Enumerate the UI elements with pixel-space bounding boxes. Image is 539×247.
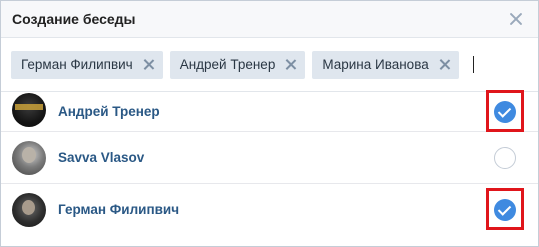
contact-row[interactable]: Savva Vlasov [1, 132, 538, 184]
contact-row[interactable]: Герман Филипвич [1, 184, 538, 235]
remove-token-icon[interactable] [143, 59, 154, 70]
member-token-label: Герман Филипвич [21, 57, 133, 72]
contact-name[interactable]: Savva Vlasov [58, 150, 144, 165]
text-cursor [472, 56, 474, 73]
create-chat-dialog: Создание беседы Герман Филипвич Андрей Т… [0, 0, 539, 247]
member-token-label: Марина Иванова [322, 57, 429, 72]
dialog-title: Создание беседы [12, 11, 136, 27]
remove-token-icon[interactable] [439, 59, 450, 70]
contact-list: Андрей Тренер Savva Vlasov Герман Филипв… [1, 90, 538, 235]
contact-row[interactable]: Андрей Тренер [1, 90, 538, 132]
close-icon[interactable] [508, 11, 524, 27]
selected-members-field[interactable]: Герман Филипвич Андрей Тренер Марина Ива… [1, 38, 538, 92]
avatar [12, 192, 46, 227]
contact-name[interactable]: Андрей Тренер [58, 104, 160, 119]
avatar-graphic [22, 146, 36, 163]
member-token-2: Андрей Тренер [169, 50, 306, 79]
avatar [12, 140, 46, 175]
dialog-header: Создание беседы [1, 1, 538, 38]
avatar [12, 92, 46, 127]
member-token-3: Марина Иванова [312, 50, 459, 79]
contact-name[interactable]: Герман Филипвич [58, 202, 179, 217]
avatar-graphic [22, 199, 35, 215]
unselected-checkbox[interactable] [494, 146, 516, 169]
member-token-1: Герман Филипвич [11, 50, 163, 79]
highlight-box [486, 90, 524, 132]
remove-token-icon[interactable] [285, 59, 296, 70]
member-token-label: Андрей Тренер [179, 57, 276, 72]
highlight-box [486, 188, 524, 230]
avatar-graphic [15, 103, 43, 110]
